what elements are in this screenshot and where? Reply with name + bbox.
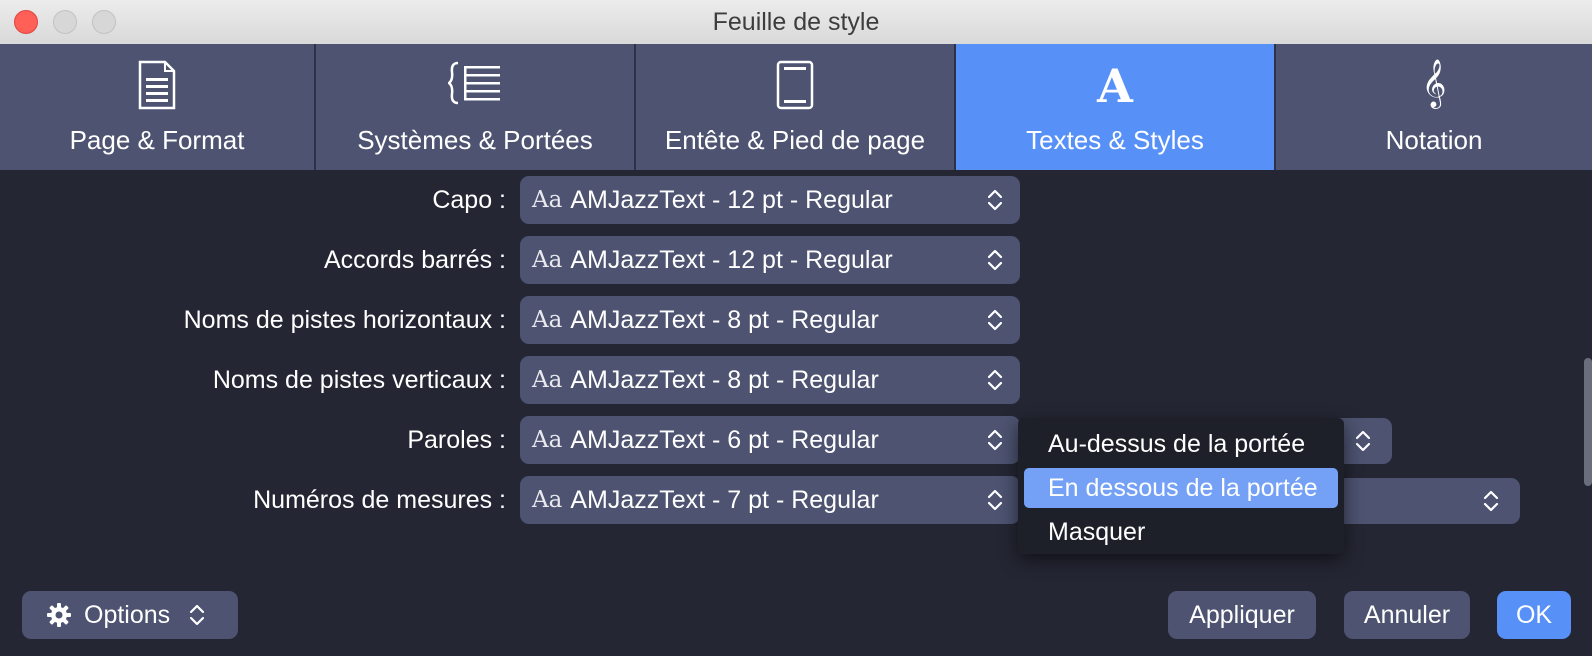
capo-label: Capo : [432, 186, 506, 214]
tab-page-format[interactable]: Page & Format [0, 44, 316, 170]
menu-item-hide[interactable]: Masquer [1024, 512, 1338, 552]
page-icon [137, 60, 177, 117]
barre-chords-label: Accords barrés : [323, 246, 506, 274]
lyrics-position-menu: Au-dessus de la portée En dessous de la … [1018, 418, 1344, 554]
treble-clef-icon: 𝄞 [1421, 58, 1447, 107]
apply-button[interactable]: Appliquer [1168, 591, 1316, 639]
tab-header-footer[interactable]: Entête & Pied de page [636, 44, 956, 170]
header-footer-icon [775, 60, 815, 117]
font-preview-icon: Aa [532, 187, 563, 213]
svg-text:A: A [1096, 60, 1134, 108]
font-preview-icon: Aa [532, 367, 563, 393]
bar-numbers-font-popup[interactable]: Aa AMJazzText - 7 pt - Regular [520, 476, 1020, 524]
tab-label: Systèmes & Portées [357, 125, 593, 155]
updown-chevron-icon [986, 368, 1004, 392]
tab-notation[interactable]: 𝄞 Notation [1276, 44, 1592, 170]
vertical-track-names-label: Noms de pistes verticaux : [212, 366, 506, 394]
font-value: AMJazzText - 6 pt - Regular [570, 425, 879, 454]
updown-chevron-icon [986, 308, 1004, 332]
gear-icon [46, 602, 72, 628]
updown-chevron-icon [986, 428, 1004, 452]
font-value: AMJazzText - 8 pt - Regular [570, 305, 879, 334]
barre-chords-font-popup[interactable]: Aa AMJazzText - 12 pt - Regular [520, 236, 1020, 284]
tab-texts-styles[interactable]: A Textes & Styles [956, 44, 1276, 170]
font-value: AMJazzText - 12 pt - Regular [570, 245, 893, 274]
options-popup-button[interactable]: Options [22, 591, 238, 639]
bar-numbers-label: Numéros de mesures : [253, 486, 506, 514]
horizontal-track-names-label: Noms de pistes horizontaux : [183, 306, 506, 334]
cancel-button[interactable]: Annuler [1344, 591, 1470, 639]
updown-chevron-icon [986, 488, 1004, 512]
text-style-icon: A [1093, 59, 1137, 115]
ok-button[interactable]: OK [1497, 591, 1571, 639]
horizontal-track-names-font-popup[interactable]: Aa AMJazzText - 8 pt - Regular [520, 296, 1020, 344]
tab-label: Page & Format [69, 125, 245, 155]
font-preview-icon: Aa [532, 247, 563, 273]
lyrics-label: Paroles : [407, 426, 506, 454]
vertical-scrollbar[interactable] [1584, 358, 1592, 486]
updown-chevron-icon [1482, 489, 1500, 513]
stylesheet-tabs: Page & Format Systèmes & Portées Entête … [0, 44, 1592, 170]
updown-chevron-icon [986, 188, 1004, 212]
window-title: Feuille de style [712, 8, 880, 36]
vertical-track-names-font-popup[interactable]: Aa AMJazzText - 8 pt - Regular [520, 356, 1020, 404]
font-value: AMJazzText - 8 pt - Regular [570, 365, 879, 394]
menu-item-below-staff[interactable]: En dessous de la portée [1024, 468, 1338, 508]
options-label: Options [84, 600, 171, 629]
staff-systems-icon [446, 60, 502, 113]
font-value: AMJazzText - 7 pt - Regular [570, 485, 879, 514]
font-preview-icon: Aa [532, 307, 563, 333]
font-value: AMJazzText - 12 pt - Regular [570, 185, 893, 214]
updown-chevron-icon [188, 603, 206, 627]
updown-chevron-icon [1354, 429, 1372, 453]
capo-font-popup[interactable]: Aa AMJazzText - 12 pt - Regular [520, 176, 1020, 224]
lyrics-font-popup[interactable]: Aa AMJazzText - 6 pt - Regular [520, 416, 1020, 464]
tab-systems-staves[interactable]: Systèmes & Portées [316, 44, 636, 170]
menu-item-above-staff[interactable]: Au-dessus de la portée [1024, 424, 1338, 464]
tab-label: Notation [1385, 125, 1483, 155]
font-preview-icon: Aa [532, 427, 563, 453]
font-preview-icon: Aa [532, 487, 563, 513]
tab-label: Entête & Pied de page [664, 125, 926, 155]
tab-label: Textes & Styles [1026, 125, 1204, 155]
updown-chevron-icon [986, 248, 1004, 272]
title-bar: Feuille de style [0, 0, 1592, 45]
